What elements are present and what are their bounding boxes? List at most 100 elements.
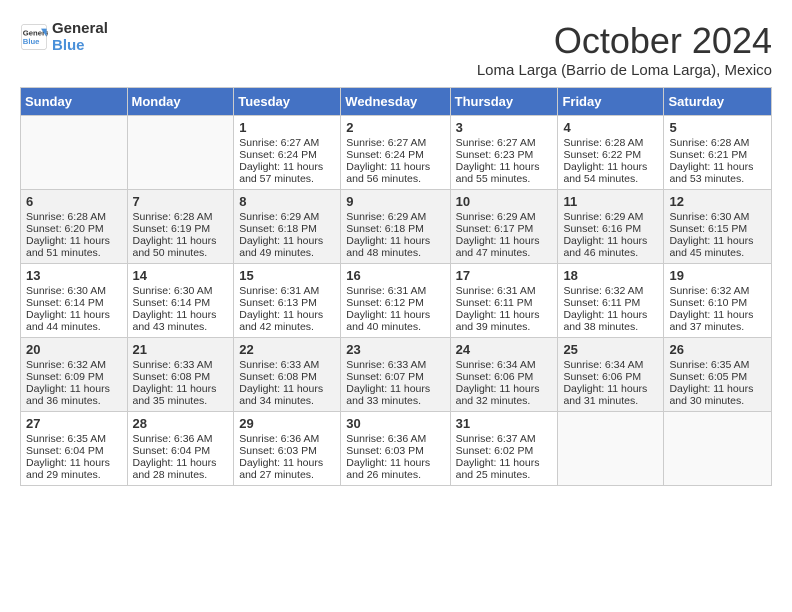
col-header-wednesday: Wednesday	[341, 88, 450, 116]
sunset-text: Sunset: 6:08 PM	[239, 371, 317, 383]
day-number: 27	[26, 416, 122, 431]
daylight-text: Daylight: 11 hours and 33 minutes.	[346, 383, 430, 407]
week-row-5: 27Sunrise: 6:35 AMSunset: 6:04 PMDayligh…	[21, 412, 772, 486]
daylight-text: Daylight: 11 hours and 50 minutes.	[133, 235, 217, 259]
calendar-cell: 21Sunrise: 6:33 AMSunset: 6:08 PMDayligh…	[127, 338, 234, 412]
calendar-cell	[558, 412, 664, 486]
day-number: 16	[346, 268, 444, 283]
day-number: 10	[456, 194, 553, 209]
day-number: 31	[456, 416, 553, 431]
daylight-text: Daylight: 11 hours and 37 minutes.	[669, 309, 753, 333]
title-block: October 2024 Loma Larga (Barrio de Loma …	[477, 20, 772, 79]
daylight-text: Daylight: 11 hours and 38 minutes.	[563, 309, 647, 333]
sunset-text: Sunset: 6:18 PM	[346, 223, 424, 235]
daylight-text: Daylight: 11 hours and 53 minutes.	[669, 161, 753, 185]
day-number: 29	[239, 416, 335, 431]
sunrise-text: Sunrise: 6:28 AM	[133, 211, 213, 223]
sunset-text: Sunset: 6:04 PM	[26, 445, 104, 457]
sunrise-text: Sunrise: 6:28 AM	[26, 211, 106, 223]
daylight-text: Daylight: 11 hours and 47 minutes.	[456, 235, 540, 259]
sunset-text: Sunset: 6:21 PM	[669, 149, 747, 161]
logo-general: General	[52, 20, 108, 37]
daylight-text: Daylight: 11 hours and 31 minutes.	[563, 383, 647, 407]
calendar-cell: 17Sunrise: 6:31 AMSunset: 6:11 PMDayligh…	[450, 264, 558, 338]
day-number: 26	[669, 342, 766, 357]
daylight-text: Daylight: 11 hours and 49 minutes.	[239, 235, 323, 259]
daylight-text: Daylight: 11 hours and 44 minutes.	[26, 309, 110, 333]
calendar-cell: 22Sunrise: 6:33 AMSunset: 6:08 PMDayligh…	[234, 338, 341, 412]
sunset-text: Sunset: 6:22 PM	[563, 149, 641, 161]
daylight-text: Daylight: 11 hours and 28 minutes.	[133, 457, 217, 481]
sunrise-text: Sunrise: 6:29 AM	[346, 211, 426, 223]
sunset-text: Sunset: 6:08 PM	[133, 371, 211, 383]
sunrise-text: Sunrise: 6:32 AM	[26, 359, 106, 371]
col-header-saturday: Saturday	[664, 88, 772, 116]
calendar-cell: 23Sunrise: 6:33 AMSunset: 6:07 PMDayligh…	[341, 338, 450, 412]
page-header: General Blue General Blue October 2024 L…	[20, 20, 772, 79]
day-number: 24	[456, 342, 553, 357]
sunrise-text: Sunrise: 6:30 AM	[669, 211, 749, 223]
calendar-cell: 10Sunrise: 6:29 AMSunset: 6:17 PMDayligh…	[450, 190, 558, 264]
daylight-text: Daylight: 11 hours and 42 minutes.	[239, 309, 323, 333]
sunrise-text: Sunrise: 6:31 AM	[346, 285, 426, 297]
sunrise-text: Sunrise: 6:36 AM	[133, 433, 213, 445]
sunset-text: Sunset: 6:03 PM	[239, 445, 317, 457]
sunrise-text: Sunrise: 6:35 AM	[669, 359, 749, 371]
sunset-text: Sunset: 6:11 PM	[456, 297, 533, 309]
sunset-text: Sunset: 6:06 PM	[563, 371, 641, 383]
sunset-text: Sunset: 6:07 PM	[346, 371, 424, 383]
day-number: 3	[456, 120, 553, 135]
day-number: 13	[26, 268, 122, 283]
sunset-text: Sunset: 6:24 PM	[346, 149, 424, 161]
sunrise-text: Sunrise: 6:31 AM	[456, 285, 536, 297]
col-header-thursday: Thursday	[450, 88, 558, 116]
header-row: SundayMondayTuesdayWednesdayThursdayFrid…	[21, 88, 772, 116]
calendar-cell	[127, 116, 234, 190]
daylight-text: Daylight: 11 hours and 55 minutes.	[456, 161, 540, 185]
calendar-cell: 2Sunrise: 6:27 AMSunset: 6:24 PMDaylight…	[341, 116, 450, 190]
daylight-text: Daylight: 11 hours and 25 minutes.	[456, 457, 540, 481]
calendar-cell: 19Sunrise: 6:32 AMSunset: 6:10 PMDayligh…	[664, 264, 772, 338]
sunrise-text: Sunrise: 6:29 AM	[456, 211, 536, 223]
calendar-cell: 29Sunrise: 6:36 AMSunset: 6:03 PMDayligh…	[234, 412, 341, 486]
location-subtitle: Loma Larga (Barrio de Loma Larga), Mexic…	[477, 62, 772, 79]
col-header-sunday: Sunday	[21, 88, 128, 116]
sunrise-text: Sunrise: 6:31 AM	[239, 285, 319, 297]
calendar-cell: 6Sunrise: 6:28 AMSunset: 6:20 PMDaylight…	[21, 190, 128, 264]
daylight-text: Daylight: 11 hours and 30 minutes.	[669, 383, 753, 407]
logo: General Blue General Blue	[20, 20, 108, 54]
sunrise-text: Sunrise: 6:29 AM	[239, 211, 319, 223]
day-number: 1	[239, 120, 335, 135]
day-number: 28	[133, 416, 229, 431]
day-number: 4	[563, 120, 658, 135]
daylight-text: Daylight: 11 hours and 45 minutes.	[669, 235, 753, 259]
day-number: 14	[133, 268, 229, 283]
sunrise-text: Sunrise: 6:28 AM	[669, 137, 749, 149]
day-number: 18	[563, 268, 658, 283]
daylight-text: Daylight: 11 hours and 48 minutes.	[346, 235, 430, 259]
sunset-text: Sunset: 6:12 PM	[346, 297, 424, 309]
calendar-cell: 31Sunrise: 6:37 AMSunset: 6:02 PMDayligh…	[450, 412, 558, 486]
sunrise-text: Sunrise: 6:27 AM	[346, 137, 426, 149]
day-number: 30	[346, 416, 444, 431]
sunset-text: Sunset: 6:15 PM	[669, 223, 747, 235]
day-number: 20	[26, 342, 122, 357]
daylight-text: Daylight: 11 hours and 29 minutes.	[26, 457, 110, 481]
sunset-text: Sunset: 6:11 PM	[563, 297, 640, 309]
calendar-cell: 24Sunrise: 6:34 AMSunset: 6:06 PMDayligh…	[450, 338, 558, 412]
sunset-text: Sunset: 6:18 PM	[239, 223, 317, 235]
sunrise-text: Sunrise: 6:34 AM	[563, 359, 643, 371]
sunrise-text: Sunrise: 6:36 AM	[346, 433, 426, 445]
sunrise-text: Sunrise: 6:32 AM	[563, 285, 643, 297]
day-number: 6	[26, 194, 122, 209]
day-number: 22	[239, 342, 335, 357]
daylight-text: Daylight: 11 hours and 51 minutes.	[26, 235, 110, 259]
calendar-cell	[21, 116, 128, 190]
daylight-text: Daylight: 11 hours and 57 minutes.	[239, 161, 323, 185]
calendar-table: SundayMondayTuesdayWednesdayThursdayFrid…	[20, 87, 772, 486]
calendar-cell	[664, 412, 772, 486]
calendar-cell: 30Sunrise: 6:36 AMSunset: 6:03 PMDayligh…	[341, 412, 450, 486]
sunrise-text: Sunrise: 6:28 AM	[563, 137, 643, 149]
sunrise-text: Sunrise: 6:33 AM	[239, 359, 319, 371]
day-number: 9	[346, 194, 444, 209]
